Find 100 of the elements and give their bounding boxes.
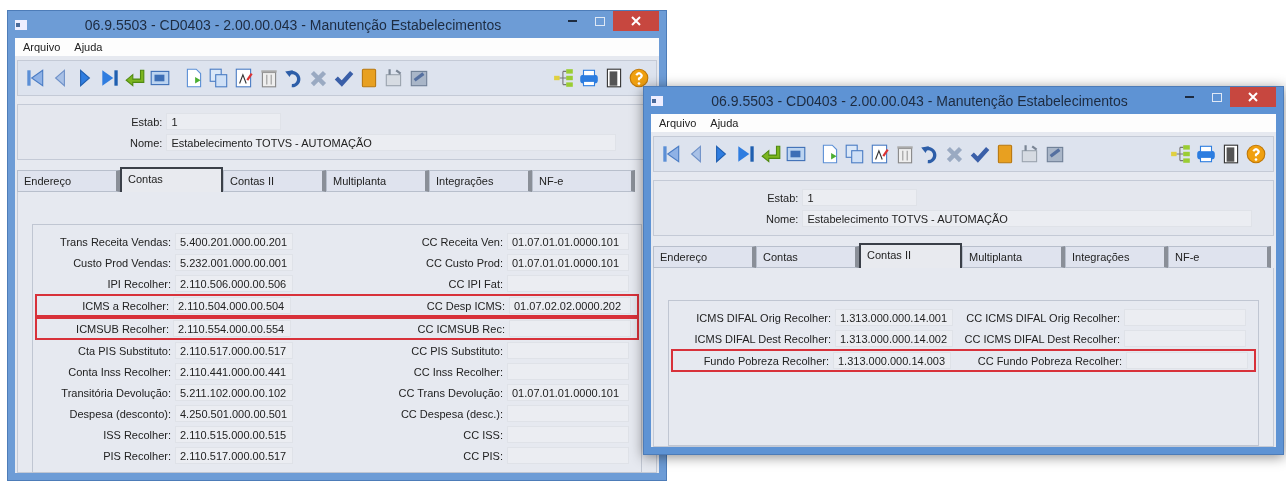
menu-item[interactable]: Ajuda	[74, 41, 103, 53]
field-label: Estab:	[766, 191, 799, 204]
account-field[interactable]	[509, 320, 631, 337]
field-label: ISS Recolher:	[102, 428, 171, 441]
menu-item[interactable]: Ajuda	[710, 117, 739, 129]
account-field[interactable]: 01.07.01.01.0000.101	[507, 384, 629, 401]
edit-document-icon[interactable]	[869, 143, 891, 165]
menu-item[interactable]: Arquivo	[23, 41, 61, 53]
field-label: CC PIS:	[462, 449, 503, 462]
account-field[interactable]: 5.232.001.000.00.001	[175, 254, 293, 271]
estab-field[interactable]: 1	[802, 189, 918, 206]
maximize-icon[interactable]	[1211, 92, 1222, 102]
account-field[interactable]: 01.07.02.02.0000.202	[509, 297, 631, 314]
field-label: CC PIS Substituto:	[410, 344, 503, 357]
tree-icon[interactable]	[1170, 143, 1192, 165]
last-record-icon[interactable]	[735, 143, 757, 165]
close-icon	[631, 16, 641, 26]
field-label: PIS Recolher:	[102, 449, 171, 462]
field-label: CC IPI Fat:	[447, 277, 503, 290]
field-label: ICMSUB Recolher:	[75, 322, 169, 335]
close-icon	[1248, 92, 1258, 102]
tab[interactable]: Endereço	[17, 170, 120, 192]
field-label: Nome:	[766, 212, 799, 225]
account-field[interactable]: 2.110.441.000.00.441	[175, 363, 293, 380]
field-label: Custo Prod Vendas:	[72, 256, 171, 269]
name-field[interactable]: Estabelecimento TOTVS - AUTOMAÇÃO	[166, 134, 617, 151]
field-label: Fundo Pobreza Recolher:	[702, 354, 829, 367]
close-button[interactable]	[613, 11, 659, 31]
account-field[interactable]: 2.110.506.000.00.506	[175, 275, 293, 292]
window-title: 06.9.5503 - CD0403 - 2.00.00.043 - Manutenção Estabelecimentos	[83, 16, 503, 33]
copy-icon[interactable]	[208, 67, 230, 89]
account-field[interactable]: 1.313.000.000.14.002	[835, 330, 953, 347]
field-label: CC Desp ICMS:	[425, 299, 505, 312]
minimize-icon[interactable]	[568, 19, 577, 23]
close-button[interactable]	[1230, 87, 1276, 107]
field-label: CC Despesa (desc.):	[399, 407, 503, 420]
field-label: Nome:	[130, 136, 163, 149]
tab[interactable]: Contas II	[859, 243, 962, 268]
field-label: CC Custo Prod:	[424, 256, 503, 269]
first-record-icon[interactable]	[660, 143, 682, 165]
tab[interactable]: Contas II	[223, 170, 326, 192]
field-label: ICMS DIFAL Orig Recolher:	[695, 311, 831, 324]
estab-field[interactable]: 1	[166, 113, 282, 130]
field-label: CC Receita Ven:	[420, 235, 503, 248]
account-field[interactable]: 2.110.504.000.00.504	[173, 297, 291, 314]
tab[interactable]: NF-e	[532, 170, 635, 192]
trash-icon[interactable]	[894, 143, 916, 165]
field-label: CC Trans Devolução:	[397, 386, 503, 399]
tab[interactable]: Integrações	[429, 170, 532, 192]
tree-icon[interactable]	[553, 67, 575, 89]
tab[interactable]: Contas	[120, 167, 223, 192]
field-label: Conta Inss Recolher:	[67, 365, 171, 378]
printer-icon[interactable]	[1195, 143, 1217, 165]
account-field[interactable]: 2.110.515.000.00.515	[175, 426, 293, 443]
printer-icon[interactable]	[578, 67, 600, 89]
field-label: IPI Recolher:	[106, 277, 171, 290]
account-field[interactable]: 01.07.01.01.0000.101	[507, 254, 629, 271]
account-field[interactable]: 1.313.000.000.14.001	[835, 309, 953, 326]
field-label: CC ICMS DIFAL Dest Recolher:	[963, 332, 1120, 345]
account-field[interactable]	[1126, 352, 1248, 369]
tab[interactable]: Multiplanta	[326, 170, 429, 192]
maximize-icon[interactable]	[594, 16, 605, 26]
copy-icon[interactable]	[844, 143, 866, 165]
field-label: ICMS DIFAL Dest Recolher:	[693, 332, 831, 345]
window-icon	[651, 95, 663, 106]
field-label: CC Inss Recolher:	[412, 365, 503, 378]
field-label: CC ISS:	[462, 428, 503, 441]
first-record-icon[interactable]	[24, 67, 46, 89]
field-label: CC ICMSUB Rec:	[416, 322, 505, 335]
account-field[interactable]: 2.110.517.000.00.517	[175, 447, 293, 464]
tab[interactable]: Integrações	[1065, 246, 1168, 268]
account-field[interactable]: 5.211.102.000.00.102	[175, 384, 293, 401]
minimize-icon[interactable]	[1185, 95, 1194, 99]
field-label: Despesa (desconto):	[68, 407, 171, 420]
field-label: CC ICMS DIFAL Orig Recolher:	[965, 311, 1120, 324]
menu-item[interactable]: Arquivo	[659, 117, 697, 129]
last-record-icon[interactable]	[99, 67, 121, 89]
account-field[interactable]: 2.110.517.000.00.517	[175, 342, 293, 359]
edit-document-icon[interactable]	[233, 67, 255, 89]
account-field[interactable]: 1.313.000.000.14.003	[833, 352, 951, 369]
help-icon[interactable]	[628, 67, 650, 89]
enter-arrow-icon[interactable]	[124, 67, 146, 89]
name-field[interactable]: Estabelecimento TOTVS - AUTOMAÇÃO	[802, 210, 1253, 227]
account-field[interactable]: 4.250.501.000.00.501	[175, 405, 293, 422]
tab[interactable]: Multiplanta	[962, 246, 1065, 268]
field-label: ICMS a Recolher:	[81, 299, 169, 312]
account-field[interactable]: 2.110.554.000.00.554	[173, 320, 291, 337]
tab[interactable]: NF-e	[1168, 246, 1271, 268]
field-label: CC Fundo Pobreza Recolher:	[976, 354, 1122, 367]
window-title: 06.9.5503 - CD0403 - 2.00.00.043 - Manutenção Estabelecimentos	[710, 92, 1129, 109]
account-field[interactable]: 5.400.201.000.00.201	[175, 233, 293, 250]
tab[interactable]: Endereço	[653, 246, 756, 268]
trash-icon[interactable]	[258, 67, 280, 89]
enter-arrow-icon[interactable]	[760, 143, 782, 165]
account-field[interactable]: 01.07.01.01.0000.101	[507, 233, 629, 250]
field-label: Transitória Devolução:	[60, 386, 171, 399]
field-label: Trans Receita Vendas:	[59, 235, 171, 248]
field-label: Cta PIS Substituto:	[77, 344, 171, 357]
tab[interactable]: Contas	[756, 246, 859, 268]
window-icon	[15, 19, 27, 30]
